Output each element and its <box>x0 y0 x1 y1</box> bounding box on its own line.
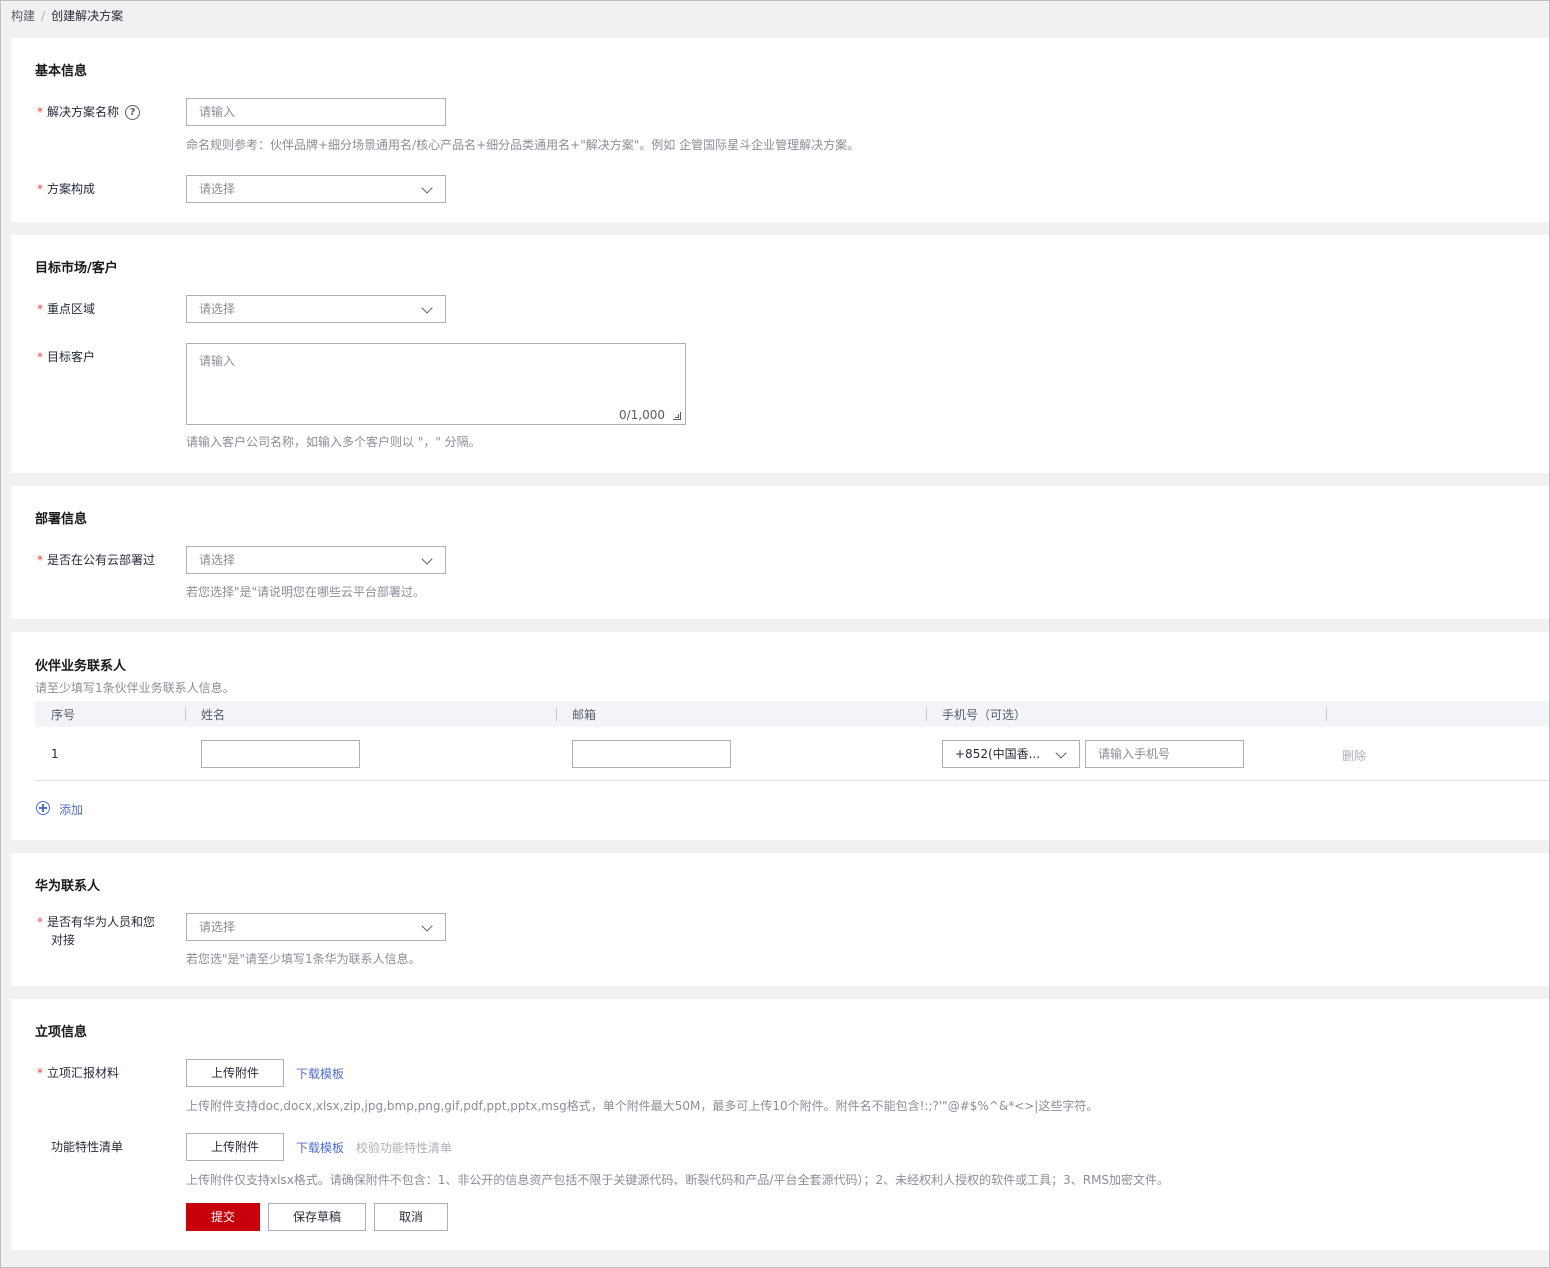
column-divider <box>926 707 927 721</box>
section-title: 立项信息 <box>35 1025 88 1040</box>
column-header: 手机号（可选） <box>942 708 1027 722</box>
partner-contacts-card: 伙伴业务联系人 请至少填写1条伙伴业务联系人信息。 序号 姓名 邮箱 手机号（可… <box>11 632 1549 840</box>
help-icon[interactable]: ? <box>125 105 141 120</box>
required-mark: * <box>37 350 43 364</box>
add-contact-button[interactable]: 添加 <box>59 801 83 818</box>
download-template-link[interactable]: 下载模板 <box>296 1065 344 1082</box>
breadcrumb-root[interactable]: 构建 <box>11 9 35 23</box>
huawei-staff-select[interactable]: 请选择 <box>186 913 446 941</box>
feature-list-label: 功能特性清单 <box>51 1140 124 1154</box>
basic-info-card: 基本信息 * 解决方案名称? 请输入 命名规则参考：伙伴品牌+细分场景通用名/核心… <box>11 38 1549 222</box>
delete-row-button[interactable]: 删除 <box>1342 747 1366 764</box>
breadcrumb-separator: / <box>41 9 46 23</box>
feature-list-hint: 上传附件仅支持xlsx格式。请确保附件不包含：1、非公开的信息资产包括不限于关键… <box>186 1173 1170 1187</box>
solution-name-label: * 解决方案名称? <box>37 103 141 121</box>
target-customer-textarea[interactable]: 请输入 0/1,000 <box>186 343 686 425</box>
solution-name-input[interactable]: 请输入 <box>186 98 446 126</box>
required-mark: * <box>37 302 43 316</box>
column-divider <box>185 707 186 721</box>
public-cloud-select[interactable]: 请选择 <box>186 546 446 574</box>
download-feature-template-link[interactable]: 下载模板 <box>296 1139 344 1156</box>
partner-contacts-subtitle: 请至少填写1条伙伴业务联系人信息。 <box>35 681 235 695</box>
target-market-card: 目标市场/客户 * 重点区域 请选择 * 目标客户 请输入 0/1,000 请输入客… <box>11 235 1549 473</box>
composition-select[interactable]: 请选择 <box>186 175 446 203</box>
report-material-hint: 上传附件支持doc,docx,xlsx,zip,jpg,bmp,png,gif,… <box>186 1099 1099 1113</box>
phone-input[interactable]: 请输入手机号 <box>1085 740 1244 768</box>
region-select[interactable]: 请选择 <box>186 295 446 323</box>
contact-email-input[interactable] <box>572 740 731 768</box>
region-label: * 重点区域 <box>37 302 96 316</box>
chevron-down-icon <box>1055 747 1067 759</box>
chevron-down-icon <box>421 182 433 194</box>
chevron-down-icon <box>421 920 433 932</box>
column-divider <box>556 707 557 721</box>
table-header: 序号 姓名 邮箱 手机号（可选） <box>35 701 1549 727</box>
row-index: 1 <box>51 747 59 761</box>
report-material-label: * 立项汇报材料 <box>37 1066 120 1080</box>
required-mark: * <box>37 1066 43 1080</box>
required-mark: * <box>37 105 43 119</box>
char-counter: 0/1,000 <box>618 408 665 422</box>
public-cloud-hint: 若您选择"是"请说明您在哪些云平台部署过。 <box>186 585 426 599</box>
column-header: 邮箱 <box>572 708 597 722</box>
column-header: 姓名 <box>201 708 226 722</box>
section-title: 基本信息 <box>35 64 88 79</box>
add-circle-icon[interactable] <box>36 801 50 815</box>
chevron-down-icon <box>421 553 433 565</box>
save-draft-button[interactable]: 保存草稿 <box>268 1203 366 1231</box>
submit-button[interactable]: 提交 <box>186 1203 260 1231</box>
column-header: 序号 <box>51 708 76 722</box>
cancel-button[interactable]: 取消 <box>374 1203 448 1231</box>
section-title: 部署信息 <box>35 512 88 527</box>
target-customer-label: * 目标客户 <box>37 350 96 364</box>
validate-feature-list-link[interactable]: 校验功能特性清单 <box>356 1139 452 1156</box>
required-mark: * <box>37 182 43 196</box>
breadcrumb: 构建 / 创建解决方案 <box>11 7 123 24</box>
chevron-down-icon <box>421 302 433 314</box>
huawei-staff-label: * 是否有华为人员和您 对接 <box>37 915 156 947</box>
deploy-info-card: 部署信息 * 是否在公有云部署过 请选择 若您选择"是"请说明您在哪些云平台部署过… <box>11 486 1549 619</box>
required-mark: * <box>37 915 43 929</box>
composition-label: * 方案构成 <box>37 182 96 196</box>
breadcrumb-current: 创建解决方案 <box>51 9 124 23</box>
solution-name-hint: 命名规则参考：伙伴品牌+细分场景通用名/核心产品名+细分品类通用名+"解决方案"… <box>186 138 860 152</box>
table-row: 1 +852(中国香... 请输入手机号 删除 <box>35 728 1549 781</box>
column-divider <box>1326 707 1327 721</box>
section-title: 目标市场/客户 <box>35 261 118 276</box>
upload-attachment-button[interactable]: 上传附件 <box>186 1059 284 1087</box>
resize-handle-icon[interactable] <box>673 412 681 420</box>
huawei-contacts-card: 华为联系人 * 是否有华为人员和您 对接 请选择 若您选"是"请至少填写1条华为联系… <box>11 853 1549 986</box>
public-cloud-label: * 是否在公有云部署过 <box>37 553 156 567</box>
country-code-select[interactable]: +852(中国香... <box>942 740 1080 768</box>
huawei-staff-hint: 若您选"是"请至少填写1条华为联系人信息。 <box>186 952 421 966</box>
section-title: 华为联系人 <box>35 879 101 894</box>
required-mark: * <box>37 553 43 567</box>
target-customer-hint: 请输入客户公司名称，如输入多个客户则以 "，" 分隔。 <box>186 435 481 449</box>
upload-feature-button[interactable]: 上传附件 <box>186 1133 284 1161</box>
section-title: 伙伴业务联系人 <box>35 659 127 674</box>
contact-name-input[interactable] <box>201 740 360 768</box>
project-info-card: 立项信息 * 立项汇报材料 上传附件 下载模板 上传附件支持doc,docx,xl… <box>11 999 1549 1250</box>
